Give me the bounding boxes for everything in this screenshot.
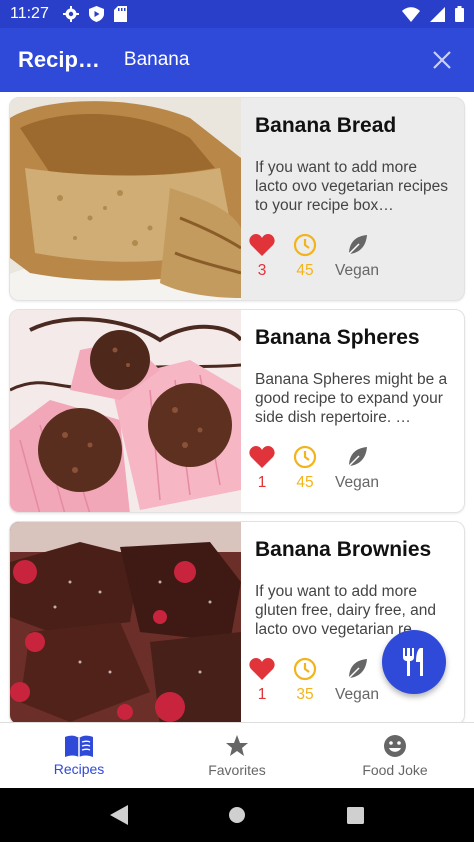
- heart-icon: [249, 446, 275, 468]
- likes-count: 1: [257, 474, 267, 491]
- recipe-description: If you want to add more lacto ovo vegeta…: [255, 159, 449, 214]
- heart-icon: [249, 234, 275, 256]
- diet-label: Vegan: [335, 686, 379, 703]
- nav-label-recipes: Recipes: [53, 760, 105, 777]
- nav-item-favorites[interactable]: Favorites: [158, 723, 316, 788]
- recipe-image-banana-brownies: [10, 522, 241, 722]
- recipe-card-body: Banana Brownies If you want to add more …: [241, 522, 464, 722]
- close-icon: [433, 51, 451, 69]
- minutes-count: 45: [296, 262, 314, 279]
- recipe-stats: 1 35 Vegan: [249, 656, 397, 704]
- diet-label: Vegan: [335, 474, 379, 491]
- recents-icon[interactable]: [346, 806, 364, 824]
- recipe-title: Banana Spheres: [255, 326, 420, 349]
- recipe-description: If you want to add more gluten free, dai…: [255, 583, 436, 638]
- recipe-title: Banana Brownies: [255, 538, 432, 561]
- page-title: Recip…: [18, 47, 100, 72]
- clock-icon: [293, 657, 317, 681]
- search-input[interactable]: Banana: [124, 49, 190, 71]
- gear-icon: [62, 6, 79, 22]
- leaf-icon: [348, 659, 367, 679]
- sd-card-icon: [113, 6, 127, 22]
- recipe-card[interactable]: Banana Bread If you want to add more lac…: [9, 97, 465, 301]
- restaurant-icon: [403, 648, 423, 676]
- battery-icon: [455, 6, 464, 22]
- nav-item-recipes[interactable]: Recipes: [0, 723, 158, 788]
- recipe-card-body: Banana Bread If you want to add more lac…: [241, 98, 464, 300]
- status-bar: 11:27: [0, 0, 474, 28]
- minutes-count: 35: [296, 686, 314, 703]
- food-joke-fab[interactable]: [382, 630, 446, 694]
- nav-item-food-joke[interactable]: Food Joke: [316, 723, 474, 788]
- likes-count: 3: [257, 262, 267, 279]
- app-bar: Recip… Banana: [0, 28, 474, 92]
- home-icon[interactable]: [228, 806, 246, 824]
- recipe-image-banana-bread: [10, 98, 241, 300]
- recipe-card[interactable]: Banana Spheres Banana Spheres might be a…: [9, 309, 465, 513]
- recipe-title: Banana Bread: [255, 114, 397, 137]
- status-time: 11:27: [10, 5, 49, 22]
- minutes-count: 45: [296, 474, 314, 491]
- heart-icon: [249, 658, 275, 680]
- recipe-description: Banana Spheres might be a good recipe to…: [255, 371, 448, 426]
- shield-play-icon: [88, 6, 104, 22]
- clock-icon: [293, 233, 317, 257]
- leaf-icon: [348, 235, 367, 255]
- diet-label: Vegan: [335, 262, 379, 279]
- smiley-icon: [384, 734, 406, 757]
- wifi-icon: [402, 6, 420, 22]
- recipe-stats: 1 45 Vegan: [249, 444, 397, 492]
- signal-icon: [430, 6, 445, 22]
- book-icon: [65, 735, 93, 757]
- back-icon[interactable]: [110, 805, 129, 825]
- bottom-navigation: Recipes Favorites Food Joke: [0, 722, 474, 788]
- nav-label-food-joke: Food Joke: [362, 761, 428, 778]
- recipe-card-body: Banana Spheres Banana Spheres might be a…: [241, 310, 464, 512]
- recipe-list[interactable]: Banana Bread If you want to add more lac…: [0, 92, 474, 722]
- recipe-image-banana-spheres: [10, 310, 241, 512]
- system-navigation-bar: [0, 788, 474, 842]
- clear-search-button[interactable]: [428, 46, 456, 74]
- recipe-card[interactable]: Banana Brownies If you want to add more …: [9, 521, 465, 722]
- clock-icon: [293, 445, 317, 469]
- nav-label-favorites: Favorites: [208, 761, 266, 778]
- recipe-stats: 3 45 Vegan: [249, 232, 397, 280]
- star-icon: [226, 734, 248, 756]
- likes-count: 1: [257, 686, 267, 703]
- leaf-icon: [348, 447, 367, 467]
